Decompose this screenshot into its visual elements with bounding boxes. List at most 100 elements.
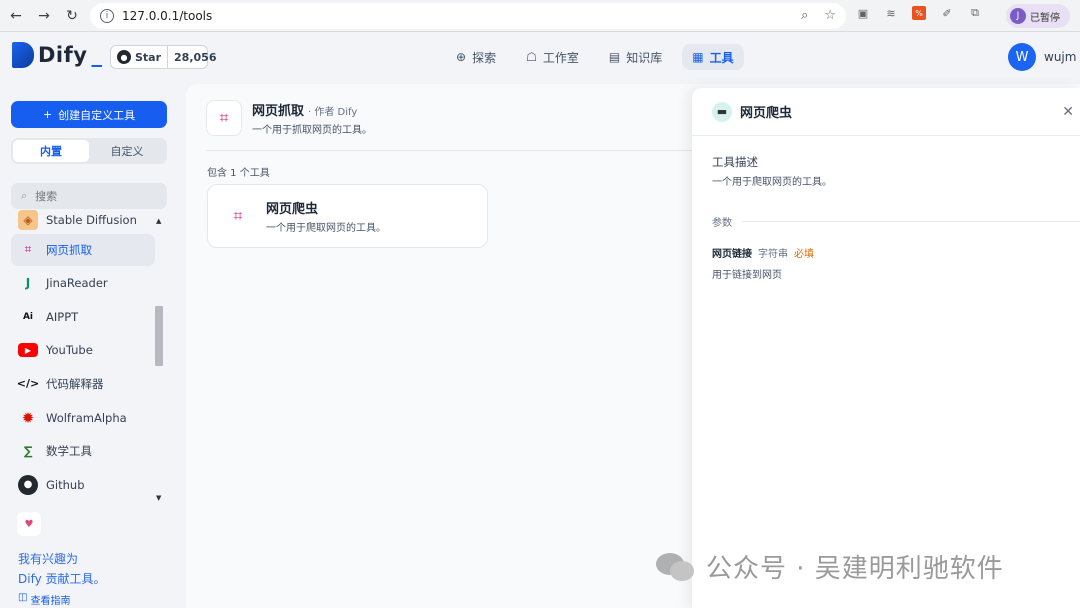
sidebar-item-label: 网页抓取 [46,242,92,257]
jina-icon: J [25,276,31,291]
dify-logo-icon [12,42,34,68]
compass-icon: ⊕ [456,50,467,64]
logo-text: Dify [38,43,88,67]
sidebar-item-stable-diffusion[interactable]: ◈ Stable Diffusion [11,208,155,232]
sidebar-item-label: Stable Diffusion [46,213,137,227]
view-guide-link[interactable]: ◫ 查看指南 [18,592,70,607]
nav-knowledge[interactable]: ▤ 知识库 [599,44,672,70]
search-input[interactable] [35,189,146,203]
drawer-title: 网页爬虫 [740,106,793,121]
sidebar-item-label: YouTube [46,343,93,358]
sidebar-item-jinareader[interactable]: J JinaReader [11,267,155,299]
provider-header: ⌗ 网页抓取 · 作者 Dify 一个用于抓取网页的工具。 [206,100,372,136]
back-icon[interactable]: ← [2,2,30,30]
github-icon: ● [18,474,38,495]
wechat-icon [656,551,696,583]
sidebar: + 创建自定义工具 内置 自定义 ⌕ ◈ Stable Diffusion ⌗ … [0,84,186,608]
sidebar-item-label: AIPPT [46,309,79,324]
tool-detail-drawer: ▬ 网页爬虫 ✕ 工具描述 一个用于爬取网页的工具。 参数 网页链接 字符串 必… [692,88,1080,608]
sidebar-item-label: Github [46,477,85,492]
sidebar-item-wolframalpha[interactable]: ✹ WolframAlpha [11,402,155,434]
sidebar-item-label: JinaReader [46,276,108,291]
github-star-button[interactable]: ● Star 28,056 [110,45,216,69]
scrollbar-thumb[interactable] [155,306,163,366]
toolbox-icon: ▦ [692,50,704,64]
app-header: Dify _ ● Star 28,056 ⊕ 探索 ☖ 工作室 ▤ 知识库 ▦ 工… [0,32,1080,84]
star-label: Star [135,50,162,64]
puzzle-icon[interactable]: ⧉ [968,6,982,20]
search-icon: ⌕ [21,189,28,202]
aippt-icon: Ai [22,311,34,322]
main-nav: ⊕ 探索 ☖ 工作室 ▤ 知识库 ▦ 工具 [446,44,744,70]
tool-count: 包含 1 个工具 [207,168,270,179]
browser-toolbar: ← → ↻ i 127.0.0.1/tools ⌕ ☆ ▣ ≋ % ✐ ⧉ J … [0,0,1080,32]
tab-custom[interactable]: 自定义 [89,140,165,162]
user-menu[interactable]: W wujm [1008,43,1076,71]
sidebar-item-youtube[interactable]: ▶ YouTube [11,334,155,366]
contribute-line: Dify 贡献工具。 [18,572,106,586]
paused-label: 已暂停 [1030,12,1060,24]
nav-label: 工作室 [542,50,579,65]
dify-logo[interactable]: Dify _ [12,42,102,68]
provider-description: 一个用于抓取网页的工具。 [252,125,372,136]
sidebar-item-aippt[interactable]: Ai AIPPT [11,301,155,333]
github-icon: ● [117,50,131,64]
sidebar-item-github[interactable]: ● Github [11,469,155,501]
extension-icon[interactable]: ≋ [884,6,898,20]
code-icon: </> [16,377,40,391]
nav-label: 探索 [472,50,497,65]
provider-title: 网页抓取 [252,104,305,119]
nav-explore[interactable]: ⊕ 探索 [446,44,506,70]
nav-label: 工具 [709,50,734,65]
plus-icon: + [42,108,53,121]
profile-avatar: J [1010,8,1026,24]
stable-diffusion-icon: ◈ [18,210,38,230]
extension-icon[interactable]: % [912,6,926,20]
book-open-icon: ◫ [18,592,28,603]
url-text: 127.0.0.1/tools [122,9,213,23]
create-custom-tool-button[interactable]: + 创建自定义工具 [11,101,167,128]
description-text: 一个用于爬取网页的工具。 [712,177,832,188]
address-bar[interactable]: i 127.0.0.1/tools ⌕ ☆ [90,3,846,29]
avatar: W [1008,43,1036,71]
tab-builtin[interactable]: 内置 [13,140,89,162]
param-name: 网页链接 [712,249,752,260]
sidebar-item-label: 数学工具 [46,444,92,459]
close-icon[interactable]: ✕ [1062,104,1074,120]
drawer-header: ▬ 网页爬虫 [692,88,1080,136]
params-label: 参数 [712,218,732,229]
site-info-icon[interactable]: i [100,9,114,23]
logo-underscore: _ [91,43,103,67]
scroll-down-arrow-icon[interactable]: ▼ [156,494,161,502]
scroll-up-arrow-icon[interactable]: ▲ [156,217,161,225]
tool-list: ◈ Stable Diffusion ⌗ 网页抓取 J JinaReader A… [11,208,155,502]
param-required-badge: 必填 [794,249,814,260]
watermark: 公众号 · 吴建明利驰软件 [656,548,1004,585]
provider-author: · 作者 Dify [308,107,358,118]
sidebar-item-label: WolframAlpha [46,410,127,425]
nav-studio[interactable]: ☖ 工作室 [516,44,589,70]
param-type: 字符串 [758,249,788,260]
divider [742,221,1080,222]
wolfram-icon: ✹ [21,408,35,427]
reload-icon[interactable]: ↻ [58,2,86,30]
sidebar-item-code[interactable]: </> 代码解释器 [11,368,155,400]
search-box[interactable]: ⌕ [11,183,167,209]
forward-icon[interactable]: → [30,2,58,30]
contribute-line: 我有兴趣为 [18,552,79,566]
user-name: wujm [1044,50,1077,64]
divider [206,150,696,151]
bookmark-star-icon[interactable]: ☆ [824,8,836,23]
nav-tools[interactable]: ▦ 工具 [682,44,744,70]
star-count: 28,056 [174,50,217,64]
zoom-icon[interactable]: ⌕ [801,8,808,23]
extension-icon[interactable]: ✐ [940,6,954,20]
heart-icon: ♥ [17,512,41,536]
sidebar-item-webscraper[interactable]: ⌗ 网页抓取 [11,233,155,266]
watermark-text: 公众号 · 吴建明利驰软件 [706,554,1004,584]
tool-card[interactable]: ⌗ 网页爬虫 一个用于爬取网页的工具。 [207,184,488,248]
profile-paused-button[interactable]: J 已暂停 [1006,4,1070,28]
sidebar-item-math[interactable]: ∑ 数学工具 [11,435,155,467]
param-description: 用于链接到网页 [712,270,782,281]
extension-icon[interactable]: ▣ [856,6,870,20]
